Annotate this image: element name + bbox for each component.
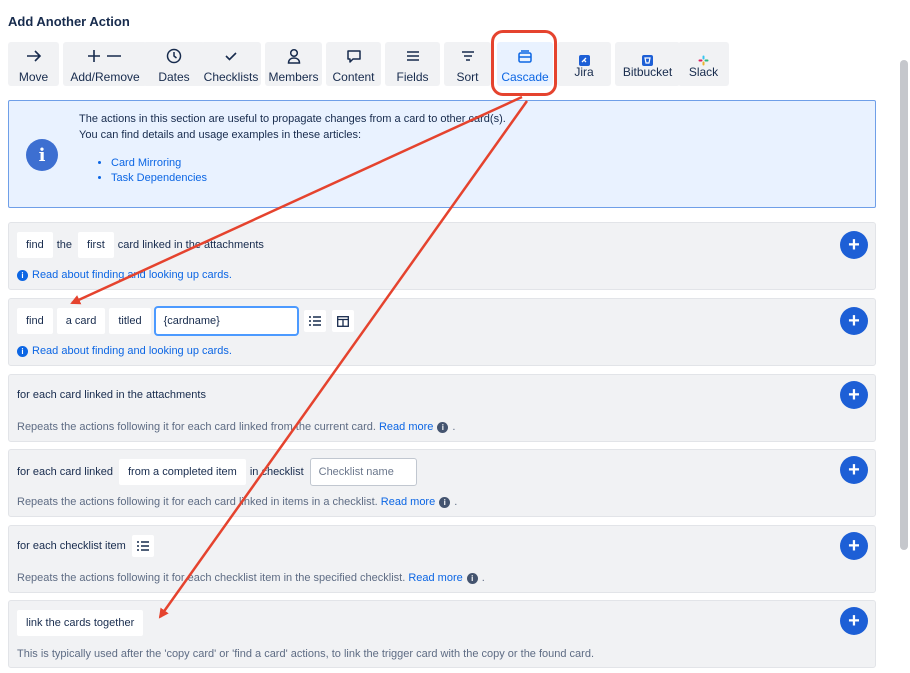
scrollbar[interactable] [900,60,908,550]
add-action-button[interactable]: + [840,381,868,409]
action-label: for each checklist item [17,540,126,552]
help-link-finding[interactable]: i Read about finding and looking up card… [17,269,232,281]
check-icon [201,47,261,65]
action-label: for each card linked [17,466,113,478]
lines-icon [385,47,440,65]
info-icon: i [26,139,58,171]
tab-sort[interactable]: Sort [444,42,491,86]
action-find-first-card: find the first card linked in the attach… [8,222,876,290]
link-card-mirroring[interactable]: Card Mirroring [111,157,207,169]
list-options-icon[interactable] [131,535,154,557]
tab-add-remove[interactable]: Add/Remove [63,42,147,86]
help-text: Repeats the actions following it for eac… [17,496,378,508]
list-options-icon[interactable] [303,310,326,332]
info-icon: i [439,496,451,508]
chip-completed-item[interactable]: from a completed item [119,459,246,485]
chip-a-card[interactable]: a card [56,308,106,334]
action-label: for each card linked in the attachments [17,389,206,401]
add-action-button[interactable]: + [840,532,868,560]
help-icon: i [17,269,28,281]
tab-content[interactable]: Content [326,42,381,86]
text-the: the [56,239,73,251]
add-action-button[interactable]: + [840,456,868,484]
chip-link-cards[interactable]: link the cards together [17,610,144,636]
chip-first[interactable]: first [78,232,114,258]
help-text: Repeats the actions following it for eac… [17,572,406,584]
info-links: Card Mirroring Task Dependencies [111,157,207,187]
read-more-link[interactable]: Read more [381,496,435,508]
action-for-each-linked-attachment: for each card linked in the attachments … [8,374,876,442]
checklist-name-input[interactable]: Checklist name [309,458,417,486]
info-panel: i The actions in this section are useful… [8,100,876,208]
help-text: Repeats the actions following it for eac… [17,421,376,433]
sort-icon [444,47,491,65]
tab-move[interactable]: Move [8,42,59,86]
speech-bubble-icon [326,47,381,65]
table-options-icon[interactable] [331,310,354,332]
tab-bitbucket[interactable]: Bitbucket [615,42,680,86]
read-more-link[interactable]: Read more [408,572,462,584]
arrow-right-icon [8,47,59,65]
tab-fields[interactable]: Fields [385,42,440,86]
tab-members[interactable]: Members [265,42,322,86]
help-link-finding[interactable]: i Read about finding and looking up card… [17,345,232,357]
tab-dates[interactable]: Dates [143,42,205,86]
action-for-each-checklist-item: for each checklist item Repeats the acti… [8,525,876,593]
info-icon: i [466,572,478,584]
add-action-button[interactable]: + [840,231,868,259]
card-title-input[interactable]: {cardname} [154,307,298,335]
help-icon: i [17,345,28,357]
text-card-linked: card linked in the attachments [117,239,264,251]
clock-icon [143,47,205,65]
read-more-link[interactable]: Read more [379,421,433,433]
action-link-cards: link the cards together This is typicall… [8,600,876,668]
tab-slack[interactable]: Slack [678,42,729,86]
plus-minus-icon [63,47,147,65]
add-action-button[interactable]: + [840,607,868,635]
cascade-highlight-annotation [491,30,557,96]
chip-find[interactable]: find [17,308,53,334]
tab-jira[interactable]: Jira [557,42,611,86]
action-for-each-linked-checklist: for each card linked from a completed it… [8,449,876,517]
section-title: Add Another Action [8,14,130,29]
chip-find[interactable]: find [17,232,53,258]
add-action-button[interactable]: + [840,307,868,335]
chip-titled[interactable]: titled [109,308,151,334]
info-text-2: You can find details and usage examples … [79,129,362,141]
text-in-checklist: in checklist [249,466,304,478]
info-icon: i [437,421,449,433]
tab-checklists[interactable]: Checklists [201,42,261,86]
info-text-1: The actions in this section are useful t… [79,113,506,125]
person-icon [265,47,322,65]
help-text: This is typically used after the 'copy c… [17,648,595,660]
link-task-dependencies[interactable]: Task Dependencies [111,172,207,184]
action-find-card-titled: find a card titled {cardname} i Read abo… [8,298,876,366]
